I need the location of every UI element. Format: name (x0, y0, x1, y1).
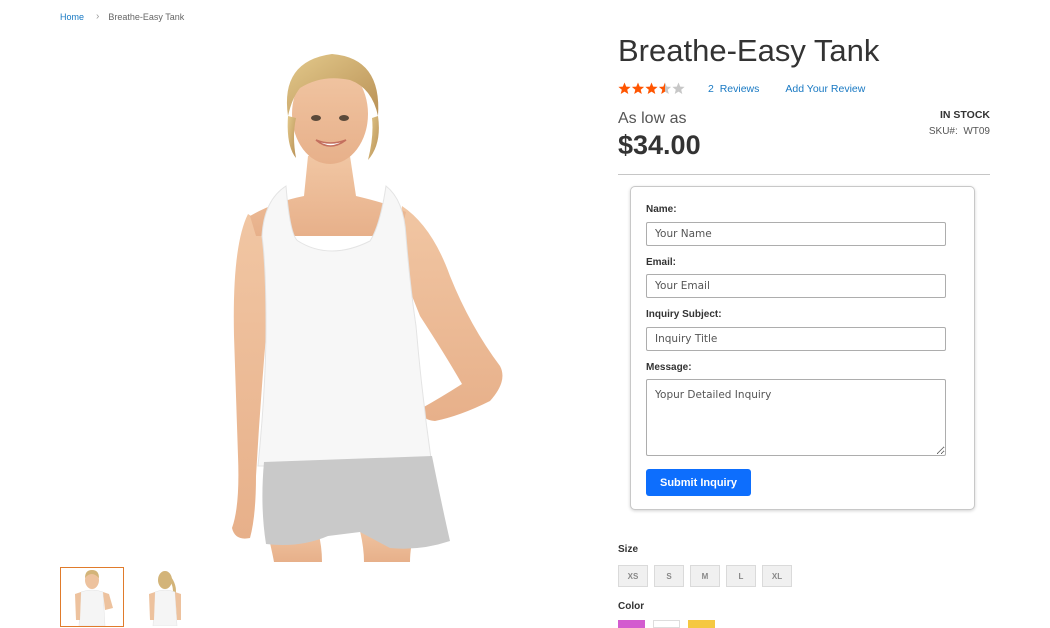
breadcrumb-separator-icon: › (96, 11, 100, 22)
size-options: XS S M L XL (618, 565, 792, 587)
color-options (618, 620, 715, 628)
product-title: Breathe-Easy Tank (618, 33, 880, 68)
message-label: Message: (646, 362, 692, 373)
submit-inquiry-button[interactable]: Submit Inquiry (646, 469, 751, 496)
size-option-s[interactable]: S (654, 565, 684, 587)
sku-line: SKU#: WT09 (929, 126, 990, 137)
color-swatch-yellow[interactable] (688, 620, 715, 628)
size-option-xl[interactable]: XL (762, 565, 792, 587)
size-option-l[interactable]: L (726, 565, 756, 587)
star-rating-icon (618, 82, 685, 94)
sku-value: WT09 (963, 126, 990, 137)
thumbnail-strip (60, 567, 200, 627)
stock-status: IN STOCK (940, 109, 990, 121)
product-rating: 2 Reviews Add Your Review (618, 82, 865, 95)
color-swatch-purple[interactable] (618, 620, 645, 628)
name-label: Name: (646, 204, 677, 215)
color-swatch-white[interactable] (653, 620, 680, 628)
breadcrumb: Home › Breathe-Easy Tank (60, 11, 184, 22)
email-label: Email: (646, 257, 677, 268)
message-field[interactable] (646, 379, 946, 456)
subject-label: Inquiry Subject: (646, 309, 722, 320)
name-field[interactable] (646, 222, 946, 246)
product-price: $34.00 (618, 130, 701, 160)
subject-field[interactable] (646, 327, 946, 351)
breadcrumb-current: Breathe-Easy Tank (108, 11, 185, 22)
breadcrumb-home-link[interactable]: Home (60, 12, 84, 22)
size-label: Size (618, 544, 639, 555)
reviews-link[interactable]: 2 Reviews (708, 83, 759, 95)
add-review-link[interactable]: Add Your Review (785, 83, 865, 95)
thumbnail-front-view[interactable] (60, 567, 124, 627)
inquiry-form: Name: Email: Inquiry Subject: Message: S… (630, 186, 975, 510)
product-main-image[interactable] (60, 36, 590, 562)
size-option-xs[interactable]: XS (618, 565, 648, 587)
price-prefix: As low as (618, 110, 687, 127)
color-label: Color (618, 601, 645, 612)
reviews-label: Reviews (719, 82, 760, 95)
rating-stars (618, 82, 686, 95)
sku-label: SKU#: (928, 126, 958, 137)
email-field[interactable] (646, 274, 946, 298)
thumbnail-back-view[interactable] (136, 567, 200, 627)
size-option-m[interactable]: M (690, 565, 720, 587)
reviews-count: 2 (708, 82, 714, 95)
divider (618, 174, 990, 175)
